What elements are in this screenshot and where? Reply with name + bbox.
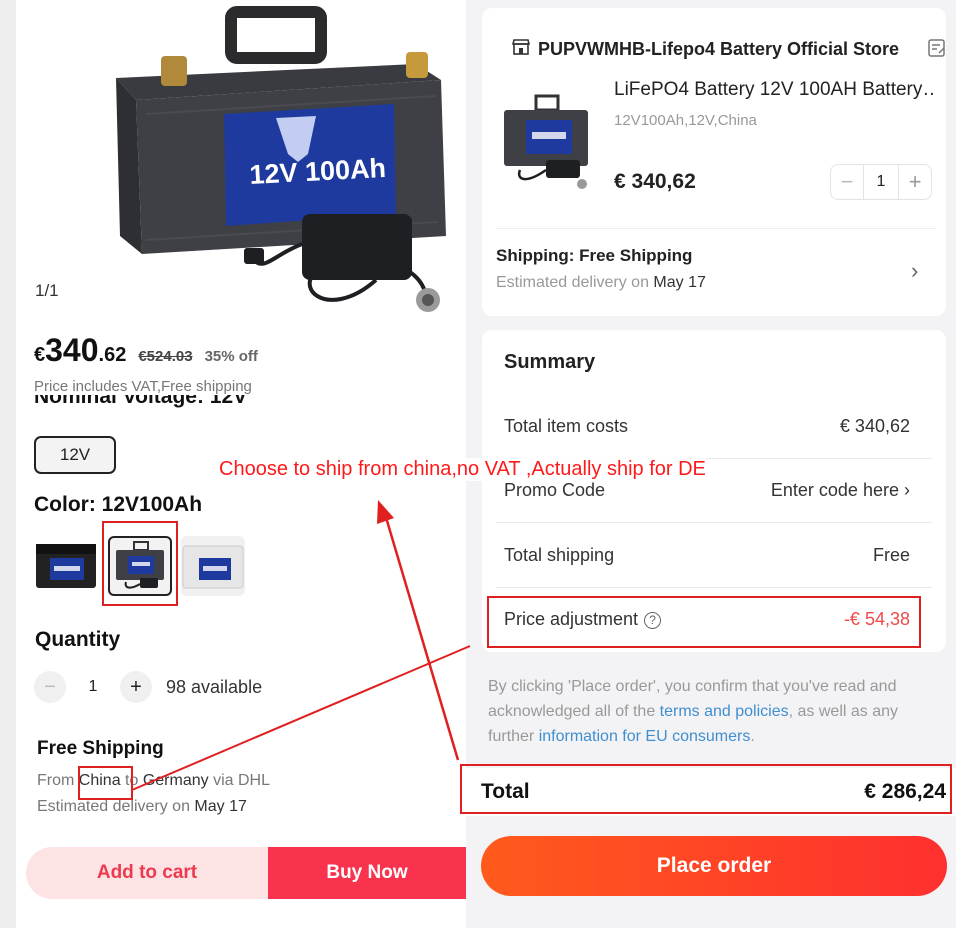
original-price: €524.03 (138, 348, 193, 365)
price-adjustment-value: -€ 54,38 (843, 609, 910, 629)
divider (496, 587, 932, 588)
item-costs-label: Total item costs (504, 416, 629, 436)
quantity-stepper: − 1 + 98 available (34, 671, 262, 703)
color-swatch-grey-with-charger[interactable] (108, 536, 172, 596)
increment-button[interactable]: + (120, 671, 152, 703)
total-value: € 286,24 (864, 780, 946, 803)
color-label: Color: 12V100Ah (34, 493, 203, 516)
color-swatch-white[interactable] (181, 536, 245, 596)
price-currency: € (34, 344, 46, 366)
swatch-battery-image (182, 545, 244, 589)
chevron-right-icon[interactable]: › (911, 258, 918, 284)
order-item-price: € 340,62 (614, 170, 696, 193)
total-shipping-label: Total shipping (504, 545, 615, 565)
summary-row-shipping: Total shipping Free (504, 545, 910, 566)
help-icon[interactable]: ? (644, 612, 662, 629)
divider (496, 522, 932, 523)
divider (496, 228, 936, 229)
price-integer: 340 (45, 332, 99, 368)
shipping-title: Free Shipping (37, 738, 164, 759)
swatch-battery-image (36, 544, 96, 588)
order-decrement-button[interactable]: − (831, 169, 863, 195)
total-shipping-value: Free (872, 545, 910, 565)
buy-now-button[interactable]: Buy Now (268, 847, 466, 899)
summary-title: Summary (504, 351, 596, 373)
color-swatch-black-top[interactable] (34, 536, 98, 596)
order-increment-button[interactable]: + (899, 169, 931, 195)
annotation-text: Choose to ship from china,no VAT ,Actual… (219, 458, 706, 481)
order-item-thumbnail[interactable] (496, 90, 596, 194)
order-estimated-delivery: Estimated delivery on May 17 (496, 274, 706, 291)
eu-info-link[interactable]: information for EU consumers (539, 728, 751, 745)
store-name[interactable]: PUPVWMHB-Lifepo4 Battery Official Store (538, 39, 899, 60)
origin-country: China (78, 772, 121, 789)
legal-notice: By clicking 'Place order', you confirm t… (488, 678, 899, 745)
order-quantity-value[interactable]: 1 (863, 164, 899, 200)
chevron-right-icon: › (904, 480, 910, 500)
order-quantity-stepper: − 1 + (830, 164, 932, 200)
store-icon (512, 39, 530, 55)
panel-edge (0, 0, 16, 928)
image-counter: 1/1 (35, 281, 59, 300)
stock-available: 98 available (166, 676, 263, 697)
price-decimal: .62 (98, 344, 127, 366)
shipping-route: From China to Germany via DHL (37, 772, 270, 789)
summary-row-item-costs: Total item costs € 340,62 (504, 416, 910, 437)
nominal-voltage-label: Nominal Voltage: 12V (34, 395, 248, 408)
swatch-battery-image (116, 541, 164, 589)
promo-label: Promo Code (504, 480, 606, 500)
add-to-cart-button[interactable]: Add to cart (26, 847, 268, 899)
promo-input-link[interactable]: Enter code here › (771, 480, 910, 501)
voltage-option-12v[interactable]: 12V (34, 436, 116, 474)
summary-row-promo[interactable]: Promo Code Enter code here › (504, 480, 910, 501)
quantity-label: Quantity (35, 628, 121, 651)
quantity-value: 1 (88, 678, 98, 695)
order-item-title[interactable]: LiFePO4 Battery 12V 100AH Battery… (614, 79, 934, 101)
estimated-delivery: Estimated delivery on May 17 (37, 798, 247, 815)
summary-row-price-adjustment: Price adjustment? -€ 54,38 (504, 609, 910, 630)
order-shipping-label[interactable]: Shipping: Free Shipping (496, 246, 692, 266)
price-row: € 340 .62 €524.03 35% off (34, 332, 258, 369)
order-item-variant: 12V100Ah,12V,China (614, 112, 757, 129)
product-image[interactable]: 12V 100Ah 1/1 (16, 0, 466, 330)
total-label: Total (481, 780, 530, 803)
decrement-button[interactable]: − (34, 671, 66, 703)
note-icon[interactable] (927, 38, 947, 58)
discount-badge: 35% off (204, 348, 258, 365)
battery-image: 12V 100Ah (116, 6, 446, 312)
price-note: Price includes VAT,Free shipping (34, 378, 252, 395)
terms-link[interactable]: terms and policies (660, 703, 789, 720)
price-adjustment-label: Price adjustment (504, 609, 639, 629)
place-order-button[interactable]: Place order (481, 836, 947, 896)
item-costs-value: € 340,62 (839, 416, 910, 436)
